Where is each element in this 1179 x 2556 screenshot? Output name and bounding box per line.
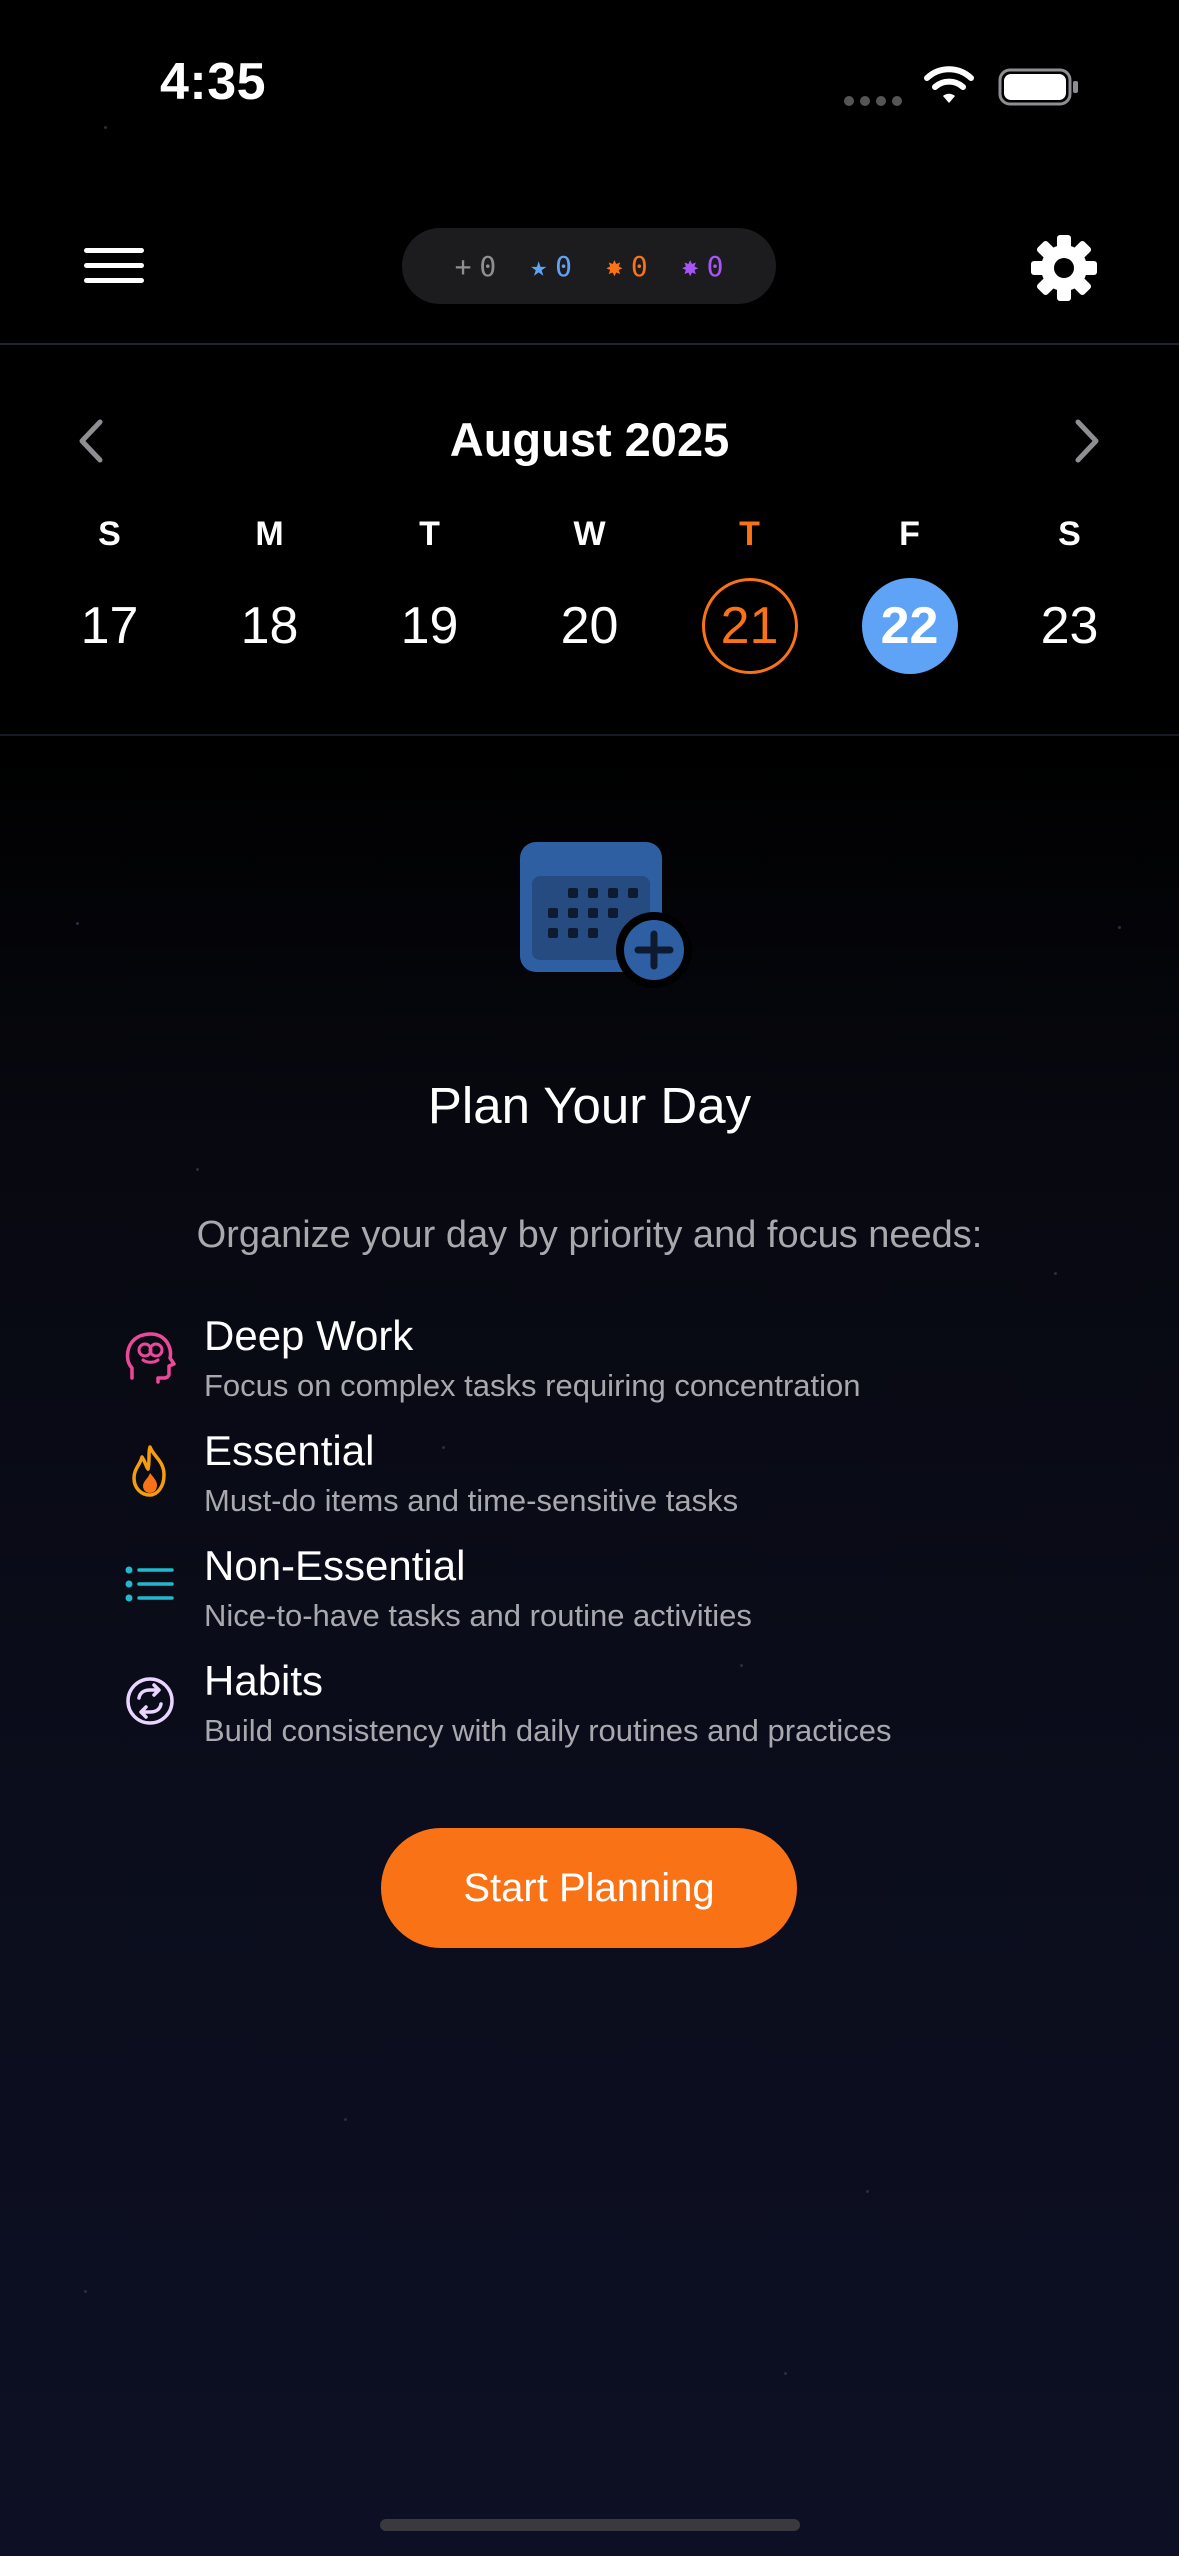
date-number: 19: [400, 597, 459, 655]
category-title: Deep Work: [204, 1312, 414, 1359]
chevron-left-icon: [79, 419, 103, 463]
day-of-week-label: S: [98, 515, 121, 553]
day-of-week-label: W: [573, 515, 606, 553]
month-title: August 2025: [449, 413, 730, 466]
plus-counter: + 0: [455, 250, 497, 283]
day-wednesday[interactable]: W 20: [510, 512, 669, 674]
category-non-essential: Non-Essential Nice-to-have tasks and rou…: [124, 1542, 1124, 1642]
header-divider: [0, 343, 1179, 345]
day-of-week-label: S: [1058, 515, 1081, 553]
category-description: Build consistency with daily routines an…: [204, 1713, 892, 1748]
date-number: 18: [240, 597, 299, 655]
category-deep-work: Deep Work Focus on complex tasks requiri…: [124, 1312, 1124, 1412]
day-of-week-label: F: [899, 515, 920, 553]
day-saturday[interactable]: S 23: [990, 512, 1149, 674]
status-time: 4:35: [160, 53, 267, 111]
day-sunday[interactable]: S 17: [30, 512, 189, 674]
chevron-right-icon: [1075, 419, 1099, 463]
category-description: Focus on complex tasks requiring concent…: [204, 1368, 861, 1403]
previous-week-button[interactable]: [72, 416, 112, 466]
category-description: Nice-to-have tasks and routine activitie…: [204, 1598, 752, 1633]
category-title: Essential: [204, 1427, 375, 1474]
star-counter: ★ 0: [530, 250, 572, 283]
sparkle-count: 0: [706, 249, 724, 283]
start-planning-button[interactable]: Start Planning: [381, 1828, 797, 1948]
next-week-button[interactable]: [1066, 416, 1106, 466]
flame-icon: [124, 1443, 176, 1499]
day-tuesday[interactable]: T 19: [350, 512, 509, 674]
category-habits: Habits Build consistency with daily rout…: [124, 1657, 1124, 1757]
settings-button[interactable]: [1030, 234, 1098, 302]
wifi-icon: [924, 64, 974, 106]
day-of-week-label: T: [419, 515, 440, 553]
calendar-add-icon: [518, 840, 694, 990]
battery-icon: [998, 68, 1080, 106]
category-description: Must-do items and time-sensitive tasks: [204, 1483, 739, 1518]
day-friday-selected[interactable]: F 22: [830, 512, 989, 674]
day-of-week-label: T: [739, 515, 760, 553]
flame-icon: ✸: [606, 249, 623, 283]
star-count: 0: [555, 249, 572, 283]
empty-state-title: Plan Your Day: [427, 1077, 752, 1134]
stats-counter-pill: + 0 ★ 0 ✸ 0 ✸ 0: [402, 228, 776, 304]
week-strip: S 17 M 18 T 19 W 20 T 21 F 22 S 23: [30, 512, 1149, 674]
date-number: 23: [1040, 597, 1099, 655]
flame-count: 0: [630, 249, 648, 283]
category-title: Non-Essential: [204, 1542, 466, 1589]
flame-counter: ✸ 0: [606, 250, 648, 283]
date-number: 17: [80, 597, 139, 655]
star-icon: ★: [530, 249, 548, 283]
today-date-number: 21: [701, 578, 798, 674]
day-of-week-label: M: [255, 515, 284, 553]
day-monday[interactable]: M 18: [190, 512, 349, 674]
home-indicator[interactable]: [380, 2519, 800, 2531]
selected-date-number: 22: [861, 578, 958, 674]
date-number: 20: [560, 597, 619, 655]
plus-count: 0: [479, 249, 497, 283]
list-icon: [124, 1558, 176, 1614]
sparkle-icon: ✸: [681, 249, 699, 283]
empty-state-subtitle: Organize your day by priority and focus …: [196, 1214, 983, 1256]
menu-button[interactable]: [84, 248, 144, 284]
calendar-divider: [0, 734, 1179, 736]
sparkle-counter: ✸ 0: [682, 250, 724, 283]
repeat-circle-icon: [124, 1673, 176, 1729]
brain-head-icon: [124, 1328, 176, 1384]
cellular-signal-icon: [844, 96, 906, 108]
category-essential: Essential Must-do items and time-sensiti…: [124, 1427, 1124, 1527]
day-thursday-today[interactable]: T 21: [670, 512, 829, 674]
category-title: Habits: [204, 1657, 324, 1704]
plus-icon: +: [454, 249, 472, 283]
gear-icon: [1031, 235, 1097, 301]
